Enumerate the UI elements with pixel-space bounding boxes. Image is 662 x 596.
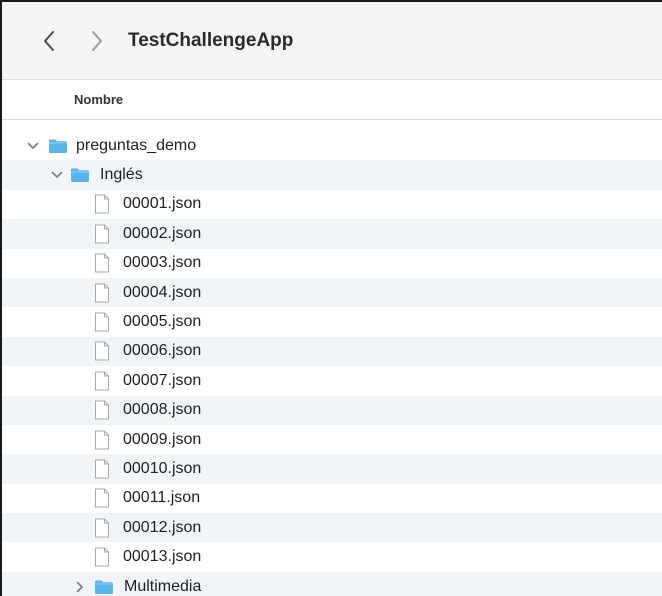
file-label: 00005.json bbox=[123, 313, 202, 331]
document-icon bbox=[94, 459, 110, 479]
document-icon bbox=[94, 488, 110, 508]
document-icon bbox=[94, 547, 110, 567]
file-row[interactable]: 00008.json bbox=[2, 395, 662, 425]
document-icon bbox=[94, 283, 110, 303]
document-icon bbox=[94, 400, 110, 420]
file-label: 00002.json bbox=[123, 224, 202, 242]
window-title: TestChallengeApp bbox=[128, 29, 294, 51]
file-label: 00001.json bbox=[123, 195, 202, 213]
document-icon bbox=[94, 194, 110, 214]
file-row[interactable]: 00012.json bbox=[2, 513, 662, 543]
document-icon bbox=[94, 253, 110, 273]
file-row[interactable]: 00002.json bbox=[2, 219, 662, 249]
name-column-header[interactable]: Nombre bbox=[74, 92, 123, 107]
document-icon bbox=[94, 430, 110, 450]
file-row[interactable]: 00009.json bbox=[2, 425, 662, 454]
back-button[interactable] bbox=[36, 24, 62, 58]
document-icon bbox=[94, 312, 110, 332]
finder-window: TestChallengeApp Nombre preguntas_demo I… bbox=[0, 0, 662, 596]
file-row[interactable]: 00001.json bbox=[2, 190, 662, 219]
folder-label: preguntas_demo bbox=[76, 136, 197, 154]
file-label: 00012.json bbox=[123, 518, 202, 536]
folder-icon bbox=[94, 579, 114, 595]
file-row[interactable]: 00011.json bbox=[2, 484, 662, 513]
document-icon bbox=[94, 518, 110, 538]
file-row[interactable]: 00006.json bbox=[2, 336, 662, 367]
folder-row-ingles[interactable]: Inglés bbox=[2, 160, 662, 190]
chevron-left-icon bbox=[44, 30, 54, 51]
file-label: 00010.json bbox=[123, 459, 202, 477]
file-label: 00006.json bbox=[123, 342, 202, 360]
file-label: 00009.json bbox=[123, 430, 202, 448]
file-row[interactable]: 00010.json bbox=[2, 454, 662, 484]
chevron-right-icon bbox=[92, 30, 102, 51]
file-row[interactable]: 00007.json bbox=[2, 366, 662, 395]
folder-icon bbox=[70, 167, 90, 183]
file-row[interactable]: 00003.json bbox=[2, 249, 662, 278]
document-icon bbox=[94, 371, 110, 391]
toolbar: TestChallengeApp bbox=[2, 2, 662, 80]
file-label: 00013.json bbox=[123, 548, 202, 566]
folder-row-preguntas-demo[interactable]: preguntas_demo bbox=[2, 131, 662, 160]
file-label: 00004.json bbox=[123, 283, 202, 301]
column-header: Nombre bbox=[2, 80, 662, 120]
folder-row-multimedia[interactable]: Multimedia bbox=[2, 571, 662, 596]
forward-button[interactable] bbox=[84, 24, 110, 58]
file-row[interactable]: 00013.json bbox=[2, 542, 662, 571]
document-icon bbox=[94, 224, 110, 244]
file-label: 00003.json bbox=[123, 254, 202, 272]
folder-label: Multimedia bbox=[124, 577, 202, 595]
disclosure-expanded-icon[interactable] bbox=[26, 139, 40, 153]
folder-label: Inglés bbox=[100, 166, 143, 184]
file-row[interactable]: 00004.json bbox=[2, 277, 662, 308]
file-row[interactable]: 00005.json bbox=[2, 307, 662, 336]
file-list: preguntas_demo Inglés 00001.json 00002.j… bbox=[2, 120, 662, 596]
file-label: 00011.json bbox=[123, 489, 201, 507]
document-icon bbox=[94, 341, 110, 361]
file-label: 00008.json bbox=[123, 401, 202, 419]
file-label: 00007.json bbox=[123, 371, 202, 389]
disclosure-collapsed-icon[interactable] bbox=[73, 580, 87, 594]
disclosure-expanded-icon[interactable] bbox=[50, 168, 64, 182]
folder-icon bbox=[48, 138, 68, 154]
